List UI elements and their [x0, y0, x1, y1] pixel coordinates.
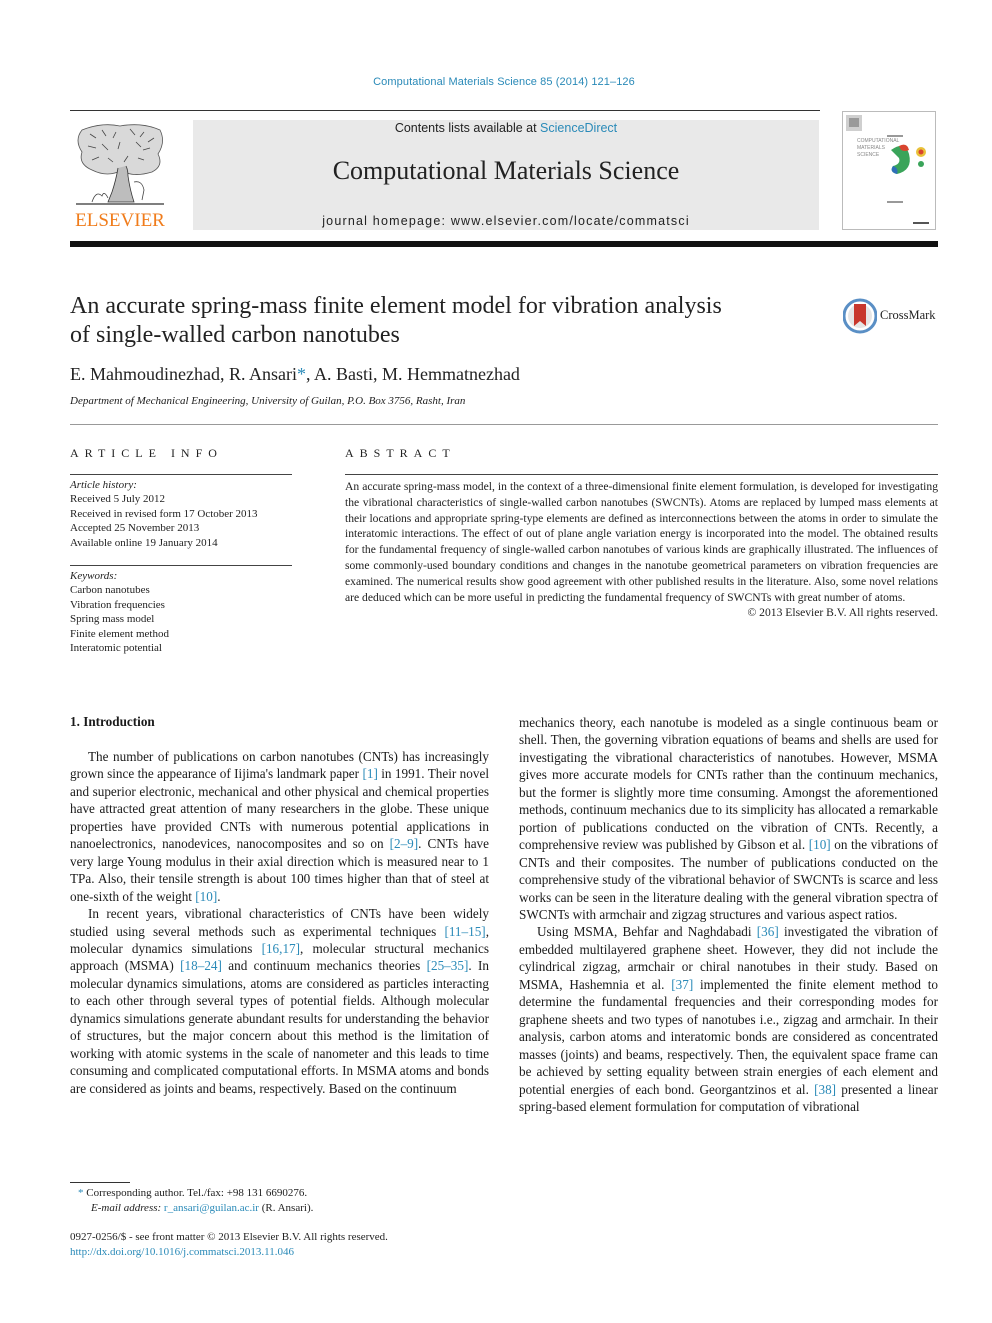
article-title-line-1: An accurate spring-mass finite element m…	[70, 293, 722, 319]
abstract-body: An accurate spring-mass model, in the co…	[345, 479, 938, 621]
citation-link[interactable]: [38]	[814, 1082, 836, 1097]
body-column-right: mechanics theory, each nanotube is model…	[519, 714, 938, 1115]
journal-homepage: journal homepage: www.elsevier.com/locat…	[193, 214, 819, 228]
history-item: Received in revised form 17 October 2013	[70, 507, 258, 520]
doi-link[interactable]: http://dx.doi.org/10.1016/j.commatsci.20…	[70, 1245, 388, 1260]
section-heading-introduction: 1. Introduction	[70, 714, 155, 729]
abstract-heading: ABSTRACT	[345, 446, 456, 460]
paragraph-2-continued: mechanics theory, each nanotube is model…	[519, 715, 939, 922]
section-divider	[70, 424, 938, 425]
crossmark-icon	[842, 298, 878, 334]
elsevier-tree-icon	[76, 124, 164, 205]
history-item: Accepted 25 November 2013	[70, 522, 200, 535]
footnote-rule	[70, 1182, 130, 1183]
contents-prefix: Contents lists available at	[394, 121, 541, 135]
affiliation: Department of Mechanical Engineering, Un…	[70, 395, 466, 407]
homepage-link[interactable]: www.elsevier.com/locate/commatsci	[451, 214, 690, 228]
article-info-rule	[70, 474, 292, 475]
citation-link[interactable]: [18–24]	[180, 958, 222, 973]
corresponding-author-text: Corresponding author. Tel./fax: +98 131 …	[83, 1187, 308, 1199]
email-link[interactable]: r_ansari@guilan.ac.ir	[164, 1202, 259, 1214]
homepage-prefix: journal homepage:	[322, 214, 451, 228]
journal-cover-thumbnail[interactable]: COMPUTATIONAL MATERIALS SCIENCE	[842, 111, 936, 230]
journal-citation[interactable]: Computational Materials Science 85 (2014…	[0, 76, 992, 88]
cover-title-line-3: SCIENCE	[857, 152, 880, 158]
keywords-rule	[70, 565, 292, 566]
abstract-rule	[345, 474, 938, 475]
issn-and-doi: 0927-0256/$ - see front matter © 2013 El…	[70, 1230, 388, 1259]
header-thick-rule	[70, 241, 938, 247]
article-history: Article history: Received 5 July 2012 Re…	[70, 478, 300, 550]
elsevier-wordmark: ELSEVIER	[75, 210, 165, 231]
keyword-item: Finite element method	[70, 627, 169, 640]
history-item: Available online 19 January 2014	[70, 536, 218, 549]
history-item: Received 5 July 2012	[70, 493, 166, 506]
corresponding-author-footnote: * Corresponding author. Tel./fax: +98 13…	[70, 1186, 313, 1215]
author-list: E. Mahmoudinezhad, R. Ansari*, A. Basti,…	[70, 364, 520, 385]
corresponding-author-marker[interactable]: *	[297, 364, 306, 384]
issn-line: 0927-0256/$ - see front matter © 2013 El…	[70, 1231, 388, 1243]
cover-title-line-2: MATERIALS	[857, 145, 886, 151]
citation-link[interactable]: [37]	[671, 977, 693, 992]
authors-part-2: , A. Basti, M. Hemmatnezhad	[305, 364, 520, 384]
citation-link[interactable]: [2–9]	[390, 836, 419, 851]
journal-banner: Contents lists available at ScienceDirec…	[193, 120, 819, 230]
paragraph-1: The number of publications on carbon nan…	[70, 749, 489, 904]
paragraph-3: Using MSMA, Behfar and Naghdabadi [36] i…	[519, 924, 939, 1114]
keywords-label: Keywords:	[70, 570, 118, 582]
cover-title-line-1: COMPUTATIONAL	[857, 138, 900, 144]
crossmark-button[interactable]: CrossMark	[842, 298, 943, 334]
journal-title: Computational Materials Science	[332, 156, 680, 185]
authors-part-1: E. Mahmoudinezhad, R. Ansari	[70, 364, 297, 384]
citation-link[interactable]: [11–15]	[444, 924, 485, 939]
paragraph-2-start: In recent years, vibrational characteris…	[70, 906, 489, 1096]
citation-link[interactable]: [10]	[195, 889, 217, 904]
keywords: Keywords: Carbon nanotubes Vibration fre…	[70, 569, 300, 655]
header-rule	[70, 110, 820, 111]
keyword-item: Vibration frequencies	[70, 598, 165, 611]
article-title: An accurate spring-mass finite element m…	[70, 292, 810, 350]
email-label: E-mail address:	[91, 1201, 162, 1214]
citation-link[interactable]: [16,17]	[262, 941, 300, 956]
email-suffix: (R. Ansari).	[258, 1201, 314, 1214]
article-history-label: Article history:	[70, 479, 137, 491]
citation-link[interactable]: [36]	[757, 924, 779, 939]
keyword-item: Spring mass model	[70, 613, 155, 626]
citation-link[interactable]: [25–35]	[427, 958, 469, 973]
abstract-text: An accurate spring-mass model, in the co…	[345, 480, 938, 604]
journal-cover-icon: COMPUTATIONAL MATERIALS SCIENCE	[846, 115, 929, 224]
sciencedirect-link[interactable]: ScienceDirect	[540, 121, 617, 135]
keyword-item: Carbon nanotubes	[70, 584, 150, 597]
elsevier-logo[interactable]: ELSEVIER	[70, 120, 170, 232]
keyword-item: Interatomic potential	[70, 642, 162, 655]
body-column-left: The number of publications on carbon nan…	[70, 748, 489, 1097]
abstract-copyright: © 2013 Elsevier B.V. All rights reserved…	[747, 606, 938, 620]
contents-available-line: Contents lists available at ScienceDirec…	[193, 121, 819, 135]
article-title-line-2: of single-walled carbon nanotubes	[70, 322, 400, 348]
crossmark-label: CrossMark	[880, 308, 936, 322]
article-info-heading: ARTICLE INFO	[70, 446, 223, 460]
citation-link[interactable]: [1]	[362, 766, 377, 781]
citation-link[interactable]: [10]	[809, 837, 831, 852]
